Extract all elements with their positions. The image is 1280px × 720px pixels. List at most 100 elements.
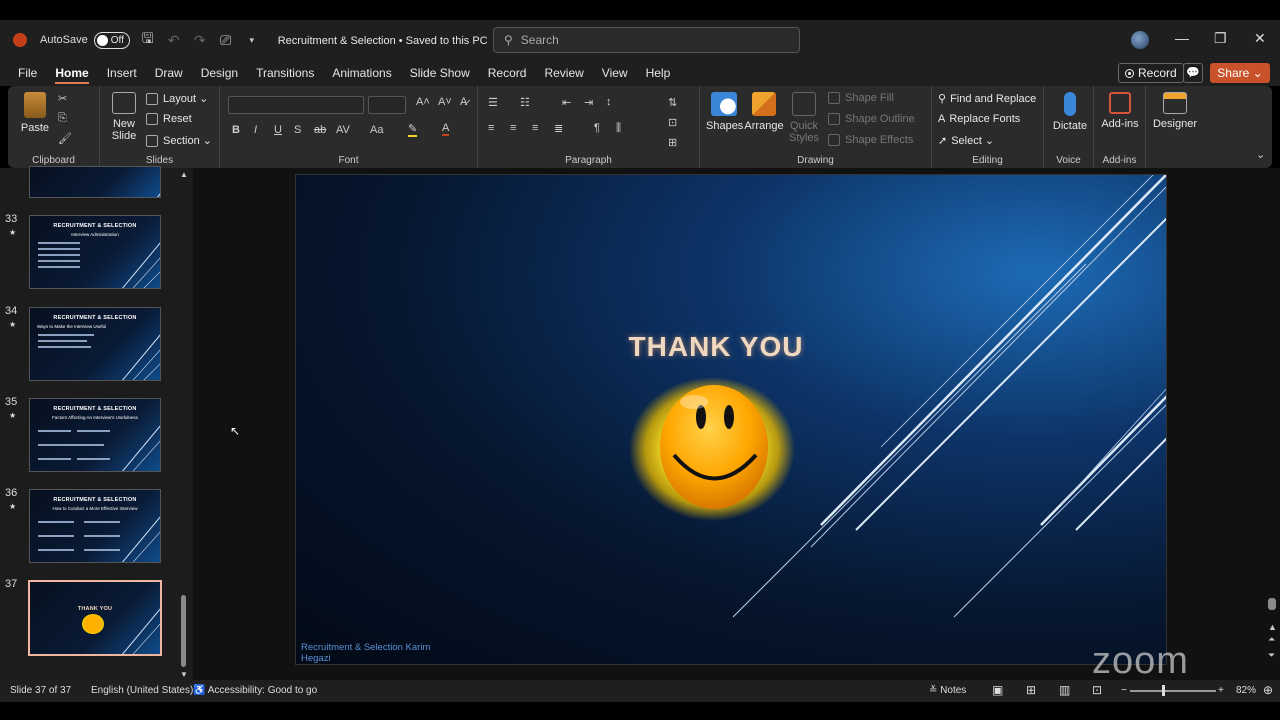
undo-icon[interactable]: ↶ <box>166 32 182 49</box>
increase-indent-icon[interactable]: ⇥ <box>584 96 593 109</box>
clear-formatting-icon[interactable]: A̷ <box>460 96 467 108</box>
slide-title[interactable]: THANK YOU <box>296 331 1136 363</box>
fit-to-window-icon[interactable]: ⊕ <box>1263 683 1273 697</box>
avatar[interactable] <box>1131 31 1149 49</box>
bullets-icon[interactable]: ☰ <box>488 96 498 109</box>
tab-insert[interactable]: Insert <box>107 62 137 84</box>
select-button[interactable]: ➚ Select ⌄ <box>938 134 994 148</box>
customize-qat-icon[interactable]: ▾ <box>244 35 260 46</box>
zoom-in-icon[interactable]: + <box>1218 685 1224 696</box>
bold-button[interactable]: B <box>232 124 240 136</box>
notes-button[interactable]: ≚ Notes <box>929 685 966 696</box>
thumbnail-35[interactable]: RECRUITMENT & SELECTION Factors Affectin… <box>29 398 161 472</box>
previous-slide-icon[interactable]: ⏶ <box>1268 634 1275 645</box>
new-slide-button[interactable]: New Slide <box>106 92 142 142</box>
scroll-down-arrow-icon[interactable]: ▼ <box>180 670 188 679</box>
thumbnail-33[interactable]: RECRUITMENT & SELECTION Interview Admini… <box>29 215 161 289</box>
align-text-icon[interactable]: ⊡ <box>668 116 677 129</box>
addins-button[interactable]: Add-ins <box>1100 92 1140 130</box>
tab-review[interactable]: Review <box>544 62 583 84</box>
align-center-icon[interactable]: ≡ <box>510 122 516 134</box>
section-button[interactable]: Section ⌄ <box>146 134 212 147</box>
tab-record[interactable]: Record <box>488 62 527 84</box>
save-icon[interactable]: 🖫 <box>140 28 156 52</box>
dictate-button[interactable]: Dictate <box>1050 92 1090 132</box>
tab-animations[interactable]: Animations <box>332 62 391 84</box>
accessibility-status[interactable]: ♿ Accessibility: Good to go <box>193 685 317 696</box>
tab-transitions[interactable]: Transitions <box>256 62 314 84</box>
slide-scrollbar[interactable] <box>1268 598 1276 610</box>
tab-draw[interactable]: Draw <box>155 62 183 84</box>
thumbnail-scrollbar[interactable] <box>181 595 186 667</box>
tab-view[interactable]: View <box>602 62 628 84</box>
shadow-button[interactable]: S <box>294 124 301 136</box>
tab-slide-show[interactable]: Slide Show <box>410 62 470 84</box>
font-family-combo[interactable] <box>228 96 364 114</box>
smartart-icon[interactable]: ⊞ <box>668 136 677 149</box>
thumbnail-32-partial[interactable] <box>29 166 161 198</box>
shape-fill-button[interactable]: Shape Fill <box>828 92 894 104</box>
minimize-icon[interactable]: — <box>1175 30 1189 46</box>
normal-view-icon[interactable]: ▣ <box>992 683 1003 697</box>
document-title[interactable]: Recruitment & Selection • Saved to this … <box>278 34 500 47</box>
align-right-icon[interactable]: ≡ <box>532 122 538 134</box>
share-button[interactable]: Share ⌄ <box>1210 63 1270 83</box>
scroll-up-arrow-icon[interactable]: ▲ <box>180 170 188 179</box>
format-painter-icon[interactable]: 🖌 <box>58 132 72 145</box>
next-slide-icon[interactable]: ⏷ <box>1268 650 1275 661</box>
search-input[interactable]: ⚲ Search <box>493 27 800 53</box>
decrease-indent-icon[interactable]: ⇤ <box>562 96 571 109</box>
replace-fonts-button[interactable]: A Replace Fonts <box>938 113 1020 125</box>
slide-footer[interactable]: Recruitment & Selection Karim Hegazi <box>301 642 441 664</box>
tab-home[interactable]: Home <box>55 62 90 84</box>
thumbnail-37[interactable]: THANK YOU <box>28 580 162 656</box>
comments-icon[interactable]: 💬 <box>1183 63 1203 83</box>
reading-view-icon[interactable]: ▥ <box>1059 683 1070 697</box>
zoom-out-icon[interactable]: − <box>1121 685 1127 696</box>
arrange-button[interactable]: Arrange <box>744 92 784 132</box>
language-indicator[interactable]: English (United States) <box>91 685 193 696</box>
present-icon[interactable]: ⎚ <box>218 32 234 49</box>
font-color-button[interactable]: A <box>442 122 450 136</box>
tab-help[interactable]: Help <box>646 62 671 84</box>
autosave-toggle[interactable]: Off <box>93 31 130 49</box>
restore-icon[interactable]: ❐ <box>1214 30 1227 47</box>
shrink-font-icon[interactable]: A˅ <box>438 96 452 108</box>
designer-button[interactable]: Designer <box>1152 92 1198 130</box>
font-size-combo[interactable] <box>368 96 406 114</box>
record-button[interactable]: Record <box>1118 63 1184 83</box>
char-spacing-button[interactable]: AV <box>336 124 350 136</box>
numbering-icon[interactable]: ☷ <box>520 96 530 109</box>
shape-effects-button[interactable]: Shape Effects <box>828 134 913 146</box>
align-left-icon[interactable]: ≡ <box>488 122 494 134</box>
columns-icon[interactable]: ⫼ <box>616 122 621 135</box>
shapes-button[interactable]: Shapes <box>706 92 743 132</box>
strikethrough-button[interactable]: ab <box>314 124 326 136</box>
italic-button[interactable]: I <box>254 124 257 136</box>
copy-icon[interactable]: ⎘ <box>58 112 67 125</box>
layout-button[interactable]: Layout ⌄ <box>146 92 208 105</box>
tab-file[interactable]: File <box>18 62 37 84</box>
scroll-up-arrow-icon[interactable]: ▲ <box>1268 622 1277 632</box>
slide-sorter-icon[interactable]: ⊞ <box>1026 683 1036 697</box>
thumbnail-34[interactable]: RECRUITMENT & SELECTION Ways to Make the… <box>29 307 161 381</box>
slideshow-view-icon[interactable]: ⊡ <box>1092 683 1102 697</box>
tab-design[interactable]: Design <box>201 62 238 84</box>
shape-outline-button[interactable]: Shape Outline <box>828 113 915 125</box>
current-slide[interactable]: THANK YOU Recruitment & Selection Karim … <box>295 174 1167 665</box>
change-case-button[interactable]: Aa <box>370 124 383 136</box>
paste-button[interactable]: Paste <box>18 92 52 134</box>
zoom-slider-handle[interactable] <box>1162 685 1165 696</box>
justify-icon[interactable]: ≣ <box>554 122 563 135</box>
find-replace-button[interactable]: ⚲ Find and Replace <box>938 92 1036 106</box>
reset-button[interactable]: Reset <box>146 113 192 125</box>
line-spacing-icon[interactable]: ↕ <box>606 96 612 108</box>
close-icon[interactable]: ✕ <box>1254 30 1266 47</box>
collapse-ribbon-icon[interactable]: ⌄ <box>1256 148 1265 161</box>
zoom-slider[interactable] <box>1130 690 1216 692</box>
text-direction-icon[interactable]: ¶ <box>594 122 600 134</box>
highlight-icon[interactable]: ✎ <box>408 122 418 137</box>
cut-icon[interactable]: ✂ <box>58 92 67 105</box>
quick-styles-button[interactable]: Quick Styles <box>786 92 822 144</box>
underline-button[interactable]: U <box>274 124 282 136</box>
